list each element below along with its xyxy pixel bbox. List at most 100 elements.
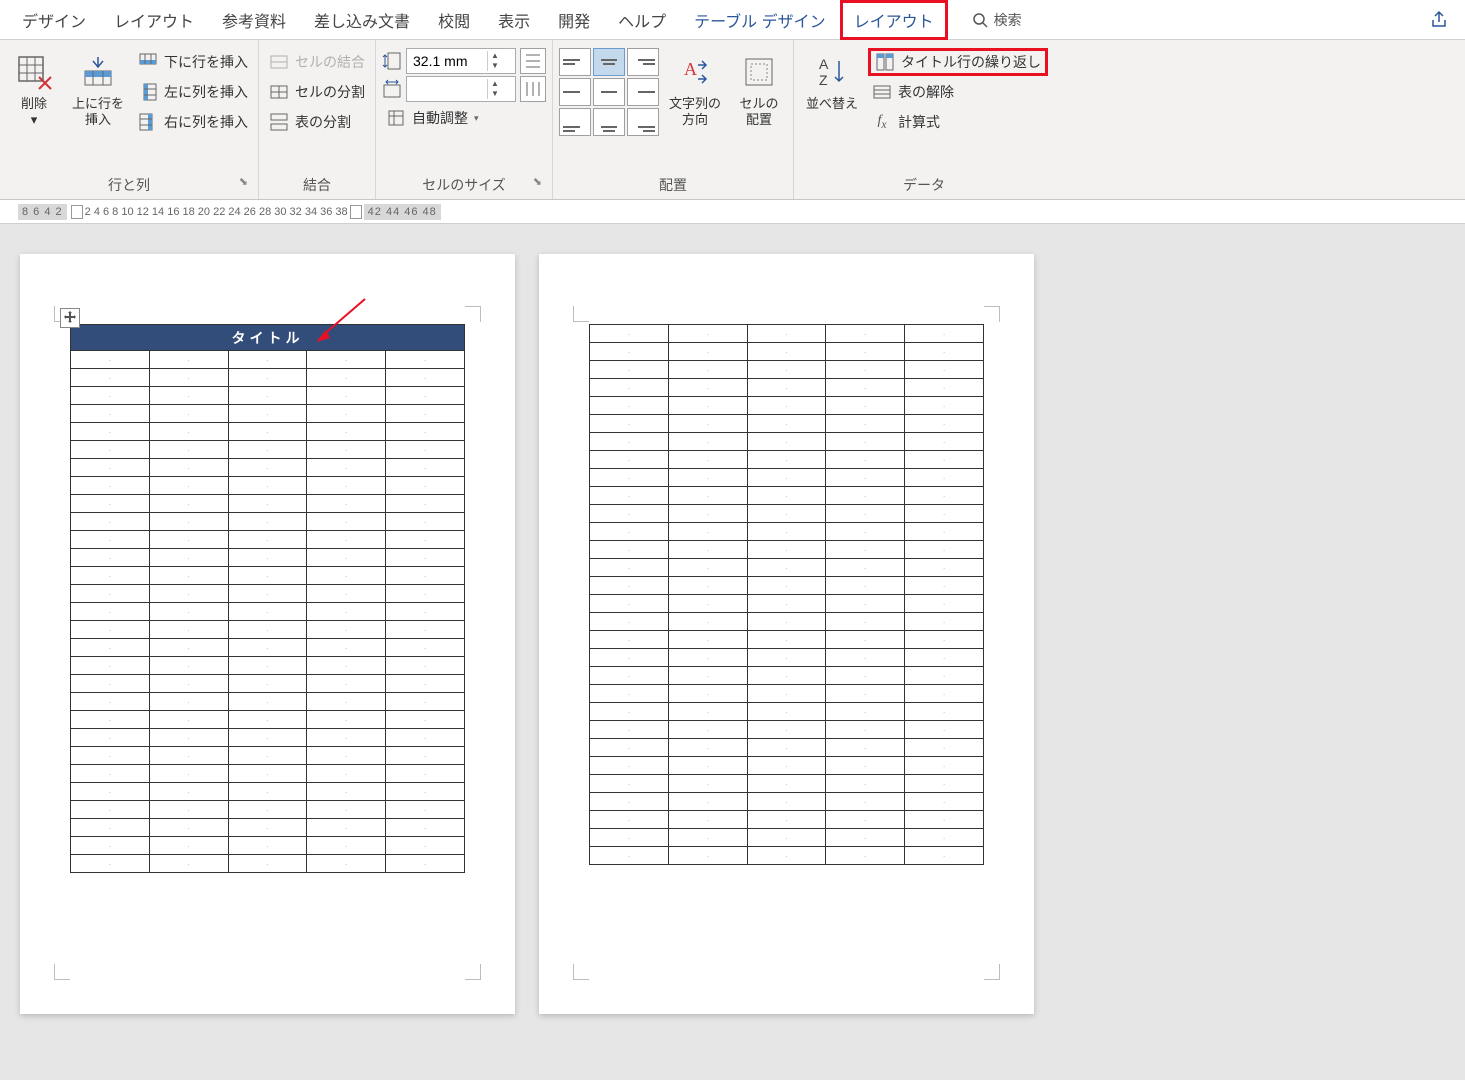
table-cell[interactable]: ·: [747, 505, 826, 523]
table-cell[interactable]: ·: [149, 423, 228, 441]
table-cell[interactable]: ·: [307, 639, 386, 657]
table-cell[interactable]: ·: [149, 837, 228, 855]
table-cell[interactable]: ·: [905, 397, 984, 415]
table-cell[interactable]: ·: [71, 513, 150, 531]
table-cell[interactable]: ·: [228, 405, 307, 423]
height-down[interactable]: ▼: [488, 61, 502, 71]
table-cell[interactable]: ·: [307, 459, 386, 477]
table-cell[interactable]: ·: [386, 783, 465, 801]
table-cell[interactable]: ·: [590, 487, 669, 505]
width-down[interactable]: ▼: [488, 89, 502, 99]
table-cell[interactable]: ·: [386, 693, 465, 711]
table-cell[interactable]: ·: [149, 729, 228, 747]
page-2[interactable]: ········································…: [539, 254, 1034, 1014]
table-cell[interactable]: ·: [71, 819, 150, 837]
table-cell[interactable]: ·: [590, 829, 669, 847]
table-cell[interactable]: ·: [747, 721, 826, 739]
table-cell[interactable]: ·: [307, 819, 386, 837]
table-cell[interactable]: ·: [228, 657, 307, 675]
table-cell[interactable]: ·: [905, 811, 984, 829]
table-move-handle[interactable]: [60, 308, 80, 328]
table-cell[interactable]: ·: [307, 837, 386, 855]
table-cell[interactable]: ·: [590, 739, 669, 757]
distribute-rows-button[interactable]: [520, 48, 546, 74]
table-cell[interactable]: ·: [71, 549, 150, 567]
table-cell[interactable]: ·: [905, 685, 984, 703]
table-cell[interactable]: ·: [590, 847, 669, 865]
table-cell[interactable]: ·: [668, 703, 747, 721]
table-cell[interactable]: ·: [386, 477, 465, 495]
table-cell[interactable]: ·: [590, 595, 669, 613]
table-cell[interactable]: ·: [590, 523, 669, 541]
table-cell[interactable]: ·: [386, 513, 465, 531]
table-cell[interactable]: ·: [149, 711, 228, 729]
table-cell[interactable]: ·: [668, 595, 747, 613]
table-cell[interactable]: ·: [386, 441, 465, 459]
table-cell[interactable]: ·: [228, 495, 307, 513]
table-cell[interactable]: ·: [149, 855, 228, 873]
table-cell[interactable]: ·: [905, 577, 984, 595]
align-top-center[interactable]: [593, 48, 625, 76]
table-cell[interactable]: ·: [747, 487, 826, 505]
horizontal-ruler[interactable]: 8 6 4 2 2 4 6 8 10 12 14 16 18 20 22 24 …: [0, 200, 1465, 224]
align-mid-center[interactable]: [593, 78, 625, 106]
table-cell[interactable]: ·: [386, 729, 465, 747]
table-cell[interactable]: ·: [149, 369, 228, 387]
table-cell[interactable]: ·: [590, 325, 669, 343]
table-header[interactable]: タイトル: [71, 325, 465, 351]
table-cell[interactable]: ·: [228, 387, 307, 405]
table-cell[interactable]: ·: [71, 603, 150, 621]
table-cell[interactable]: ·: [228, 459, 307, 477]
table-cell[interactable]: ·: [905, 649, 984, 667]
table-cell[interactable]: ·: [826, 523, 905, 541]
table-cell[interactable]: ·: [826, 505, 905, 523]
align-bot-left[interactable]: [559, 108, 591, 136]
align-bot-center[interactable]: [593, 108, 625, 136]
insert-right-button[interactable]: 右に列を挿入: [134, 108, 252, 136]
table-cell[interactable]: ·: [149, 585, 228, 603]
table-cell[interactable]: ·: [668, 379, 747, 397]
table-cell[interactable]: ·: [386, 585, 465, 603]
table-cell[interactable]: ·: [905, 667, 984, 685]
table-cell[interactable]: ·: [747, 829, 826, 847]
table-cell[interactable]: ·: [747, 433, 826, 451]
table-cell[interactable]: ·: [826, 703, 905, 721]
table-cell[interactable]: ·: [905, 757, 984, 775]
table-cell[interactable]: ·: [747, 847, 826, 865]
table-cell[interactable]: ·: [826, 739, 905, 757]
tab-help[interactable]: ヘルプ: [604, 0, 680, 40]
table-cell[interactable]: ·: [668, 541, 747, 559]
table-cell[interactable]: ·: [905, 829, 984, 847]
table-cell[interactable]: ·: [905, 505, 984, 523]
table-cell[interactable]: ·: [747, 415, 826, 433]
table-cell[interactable]: ·: [71, 567, 150, 585]
table-cell[interactable]: ·: [149, 459, 228, 477]
table-cell[interactable]: ·: [71, 693, 150, 711]
insert-left-button[interactable]: 左に列を挿入: [134, 78, 252, 106]
table-cell[interactable]: ·: [228, 603, 307, 621]
table-cell[interactable]: ·: [826, 541, 905, 559]
table-cell[interactable]: ·: [826, 649, 905, 667]
table-cell[interactable]: ·: [826, 487, 905, 505]
table-cell[interactable]: ·: [386, 675, 465, 693]
tab-references[interactable]: 参考資料: [208, 0, 300, 40]
width-up[interactable]: ▲: [488, 79, 502, 89]
table-cell[interactable]: ·: [386, 621, 465, 639]
search-box[interactable]: 検索: [972, 10, 1022, 30]
table-cell[interactable]: ·: [590, 757, 669, 775]
table-cell[interactable]: ·: [747, 361, 826, 379]
row-height-input[interactable]: ▲▼: [406, 48, 516, 74]
table-cell[interactable]: ·: [307, 675, 386, 693]
table-cell[interactable]: ·: [307, 477, 386, 495]
table-cell[interactable]: ·: [668, 811, 747, 829]
table-cell[interactable]: ·: [590, 433, 669, 451]
table-cell[interactable]: ·: [307, 387, 386, 405]
table-cell[interactable]: ·: [228, 621, 307, 639]
table-cell[interactable]: ·: [747, 739, 826, 757]
table-cell[interactable]: ·: [747, 613, 826, 631]
table-cell[interactable]: ·: [826, 415, 905, 433]
table-cell[interactable]: ·: [905, 775, 984, 793]
table-cell[interactable]: ·: [668, 325, 747, 343]
table-cell[interactable]: ·: [71, 369, 150, 387]
table-cell[interactable]: ·: [826, 325, 905, 343]
